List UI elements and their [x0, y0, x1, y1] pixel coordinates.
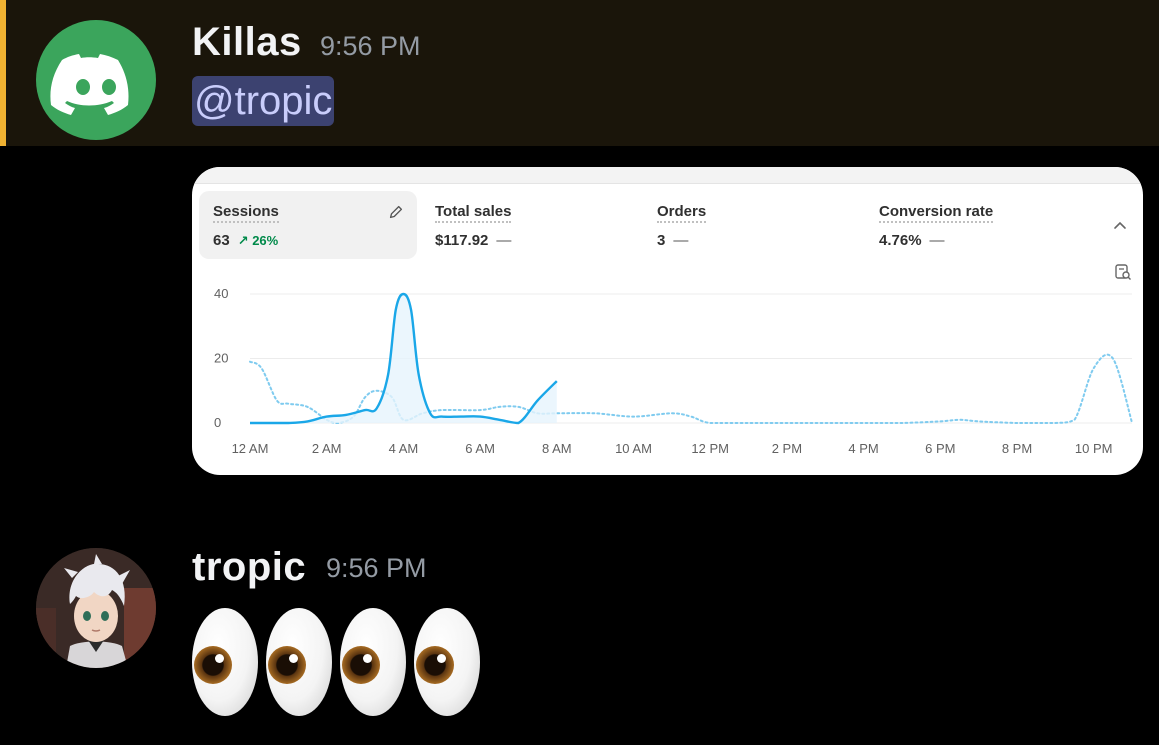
anime-character-avatar: [36, 548, 156, 668]
sessions-chart: 0 20 40 12 AM 2 AM 4 AM 6 AM 8 AM 10 AM 12 PM 2 PM…: [214, 286, 1134, 456]
x-tick-label: 8 PM: [1002, 441, 1032, 456]
username[interactable]: tropic: [192, 545, 306, 590]
emoji-row: [192, 608, 480, 718]
timestamp: 9:56 PM: [320, 31, 421, 61]
x-tick-label: 2 AM: [312, 441, 342, 456]
eyes-emoji[interactable]: [266, 608, 332, 716]
timestamp: 9:56 PM: [326, 553, 427, 583]
username[interactable]: Killas: [192, 20, 302, 65]
mention-highlight: [0, 0, 1159, 146]
x-tick-label: 4 AM: [389, 441, 419, 456]
x-tick-label: 12 PM: [691, 441, 729, 456]
eyes-emoji[interactable]: [340, 608, 406, 716]
x-tick-label: 4 PM: [848, 441, 878, 456]
y-tick-label: 0: [214, 415, 221, 430]
x-tick-label: 8 AM: [542, 441, 572, 456]
x-tick-label: 12 AM: [232, 441, 269, 456]
y-tick-label: 40: [214, 286, 228, 301]
x-tick-label: 6 PM: [925, 441, 955, 456]
embedded-image[interactable]: Sessions 63 ↗ 26% Total sales $117.92— Or…: [192, 167, 1143, 475]
x-tick-label: 10 AM: [615, 441, 652, 456]
mention-highlight-bar: [0, 0, 6, 146]
eyes-emoji[interactable]: [192, 608, 258, 716]
x-tick-label: 6 AM: [465, 441, 495, 456]
user-mention[interactable]: @tropic: [192, 76, 335, 126]
x-tick-label: 10 PM: [1075, 441, 1113, 456]
eyes-emoji[interactable]: [414, 608, 480, 716]
discord-logo-icon: [50, 54, 129, 115]
avatar[interactable]: [36, 20, 156, 140]
avatar[interactable]: [36, 548, 156, 668]
x-tick-label: 2 PM: [772, 441, 802, 456]
y-tick-label: 20: [214, 351, 228, 366]
